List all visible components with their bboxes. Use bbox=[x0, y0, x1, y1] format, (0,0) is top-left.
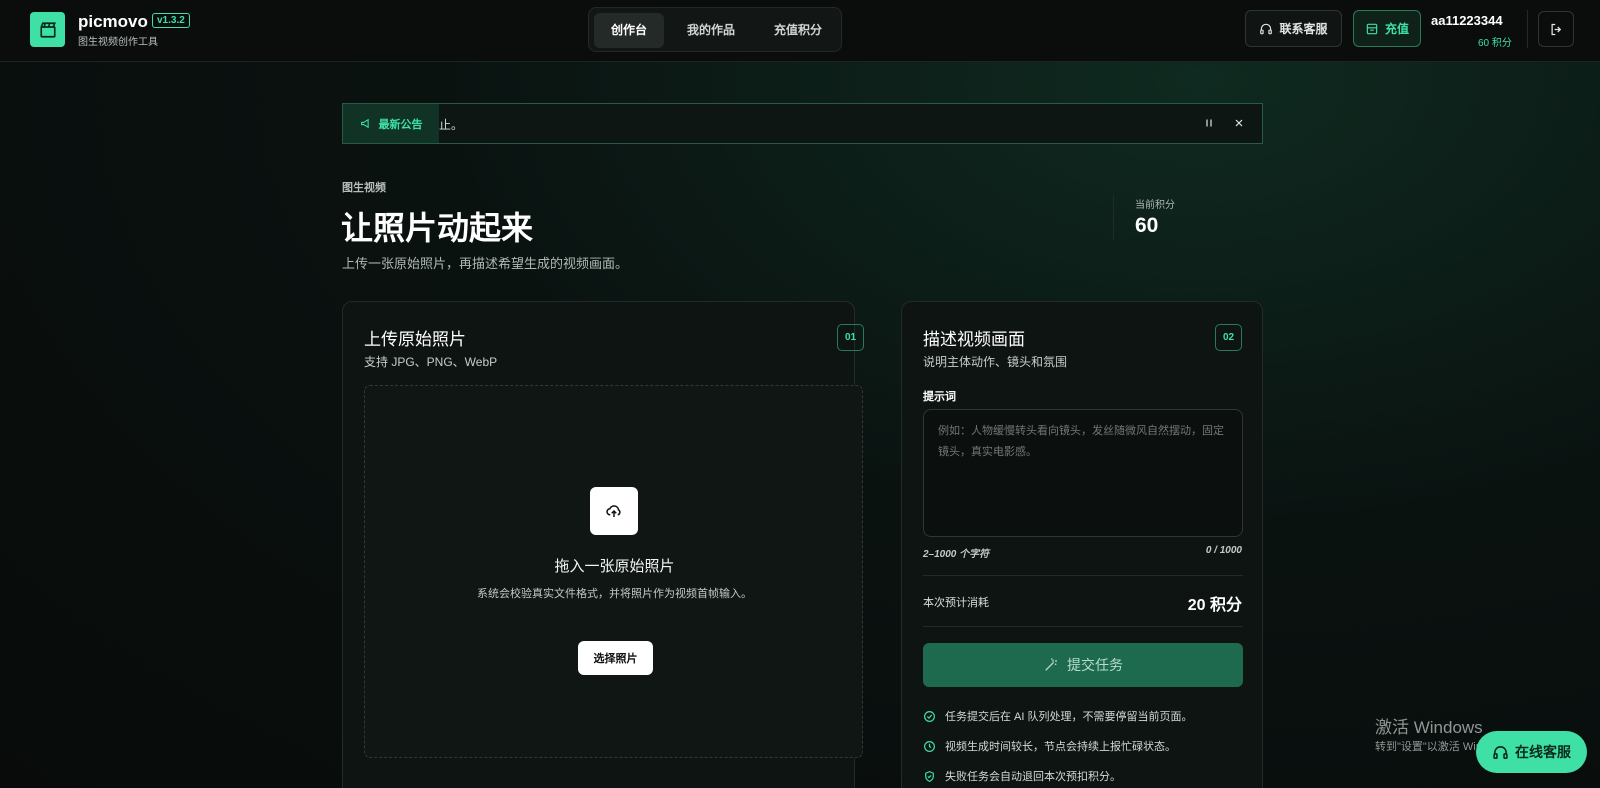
check-circle-icon bbox=[924, 710, 935, 722]
current-points-value: 60 bbox=[1135, 214, 1159, 237]
upload-icon bbox=[590, 487, 638, 535]
headset-icon bbox=[1260, 23, 1273, 34]
close-icon[interactable] bbox=[1233, 116, 1245, 134]
version-badge: v1.3.2 bbox=[152, 13, 190, 28]
dropzone-description: 系统会校验真实文件格式，并将照片作为视频首帧输入。 bbox=[477, 588, 752, 600]
brand-tagline: 图生视频创作工具 bbox=[78, 37, 158, 48]
brand-name[interactable]: picmovo bbox=[78, 12, 148, 32]
note-text: 失败任务会自动退回本次预扣积分。 bbox=[945, 771, 1121, 783]
cost-value: 20 积分 bbox=[1187, 597, 1242, 614]
note-text: 视频生成时间较长，节点会持续上报忙碌状态。 bbox=[945, 741, 1176, 753]
tab-recharge-points[interactable]: 充值积分 bbox=[757, 13, 839, 48]
tab-my-works[interactable]: 我的作品 bbox=[669, 13, 753, 48]
upload-card-subtitle: 支持 JPG、PNG、WebP bbox=[364, 355, 498, 369]
page-subtitle: 上传一张原始照片，再描述希望生成的视频画面。 bbox=[342, 256, 629, 271]
prompt-field-label: 提示词 bbox=[923, 391, 956, 403]
photo-dropzone[interactable]: 拖入一张原始照片 系统会校验真实文件格式，并将照片作为视频首帧输入。 选择照片 bbox=[364, 385, 863, 758]
note-item: 视频生成时间较长，节点会持续上报忙碌状态。 bbox=[923, 738, 1176, 754]
step-badge-02: 02 bbox=[1215, 324, 1242, 351]
shield-check-icon bbox=[925, 770, 934, 782]
clock-icon bbox=[924, 740, 935, 752]
prompt-textarea[interactable] bbox=[923, 409, 1243, 537]
page-title: 让照片动起来 bbox=[341, 210, 534, 246]
prompt-card-title: 描述视频画面 bbox=[923, 330, 1025, 349]
user-points: 60 积分 bbox=[1478, 38, 1512, 49]
recharge-button[interactable]: 充值 bbox=[1353, 10, 1421, 47]
page-eyebrow: 图生视频 bbox=[342, 182, 386, 194]
clapperboard-icon[interactable] bbox=[30, 12, 65, 47]
megaphone-icon bbox=[360, 118, 369, 129]
step-badge-01: 01 bbox=[837, 324, 864, 351]
headset-icon bbox=[1493, 745, 1508, 759]
prompt-card: 描述视频画面 02 说明主体动作、镜头和氛围 提示词 2–1000 个字符 0 … bbox=[901, 301, 1263, 788]
online-support-button[interactable]: 在线客服 bbox=[1476, 731, 1587, 773]
upload-card-title: 上传原始照片 bbox=[364, 330, 466, 349]
magic-wand-icon bbox=[1045, 658, 1057, 671]
char-counter: 0 / 1000 bbox=[1205, 545, 1242, 556]
note-text: 任务提交后在 AI 队列处理，不需要停留当前页面。 bbox=[945, 711, 1193, 723]
pause-icon[interactable] bbox=[1203, 116, 1215, 134]
cost-label: 本次预计消耗 bbox=[923, 597, 989, 609]
logout-button[interactable] bbox=[1538, 11, 1574, 47]
submit-task-label: 提交任务 bbox=[1067, 657, 1123, 673]
windows-activation-title: 激活 Windows bbox=[1375, 718, 1483, 737]
announcement-text: 止。 bbox=[439, 118, 464, 132]
username: aa11223344 bbox=[1431, 13, 1503, 28]
upload-card: 上传原始照片 01 支持 JPG、PNG、WebP 拖入一张原始照片 系统会校验… bbox=[342, 301, 864, 788]
main-nav: 创作台 我的作品 充值积分 bbox=[588, 7, 842, 52]
contact-support-button[interactable]: 联系客服 bbox=[1245, 10, 1342, 47]
divider bbox=[923, 575, 1243, 576]
announcement-bar: 止。 最新公告 bbox=[342, 103, 1263, 144]
logout-icon bbox=[1551, 23, 1561, 35]
tab-workbench[interactable]: 创作台 bbox=[594, 13, 664, 48]
recharge-label: 充值 bbox=[1384, 22, 1409, 36]
points-divider bbox=[1113, 195, 1114, 240]
submit-task-button[interactable]: 提交任务 bbox=[923, 643, 1243, 687]
note-item: 任务提交后在 AI 队列处理，不需要停留当前页面。 bbox=[923, 708, 1193, 724]
prompt-card-subtitle: 说明主体动作、镜头和氛围 bbox=[923, 355, 1068, 369]
contact-support-label: 联系客服 bbox=[1279, 22, 1328, 36]
note-item: 失败任务会自动退回本次预扣积分。 bbox=[923, 768, 1121, 784]
char-limit-hint: 2–1000 个字符 bbox=[923, 549, 990, 560]
dropzone-title: 拖入一张原始照片 bbox=[554, 558, 675, 575]
choose-photo-button[interactable]: 选择照片 bbox=[578, 641, 653, 675]
announcement-tag-label: 最新公告 bbox=[378, 118, 423, 131]
online-support-label: 在线客服 bbox=[1515, 744, 1571, 760]
current-points-label: 当前积分 bbox=[1135, 200, 1175, 211]
divider bbox=[923, 626, 1243, 627]
top-header: picmovo v1.3.2 图生视频创作工具 创作台 我的作品 充值积分 联系… bbox=[0, 0, 1600, 62]
announcement-tag: 最新公告 bbox=[343, 104, 439, 143]
header-divider bbox=[1527, 10, 1528, 48]
store-icon bbox=[1366, 23, 1378, 34]
